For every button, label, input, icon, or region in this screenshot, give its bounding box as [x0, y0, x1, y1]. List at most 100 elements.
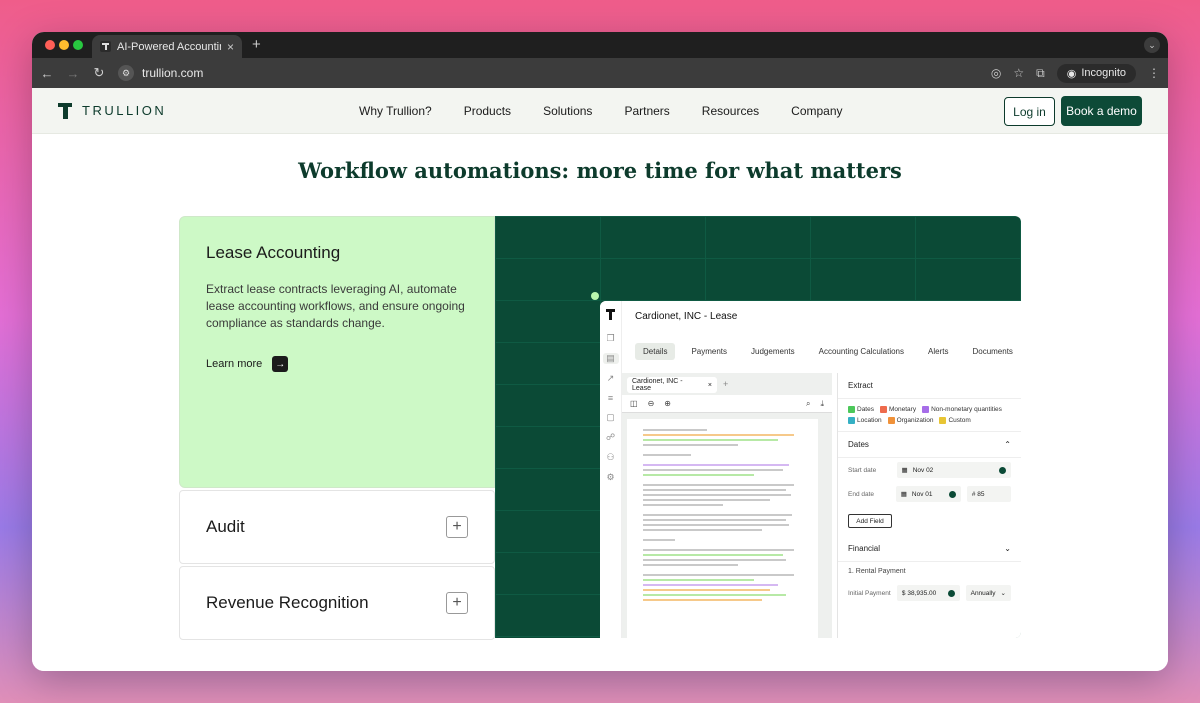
tab-accounting-calculations: Accounting Calculations — [818, 347, 905, 356]
doc-add-tab-icon: + — [723, 379, 729, 389]
tab-alerts: Alerts — [928, 347, 949, 356]
maximize-window-button[interactable] — [73, 40, 83, 50]
minimize-window-button[interactable] — [59, 40, 69, 50]
tab-title: AI-Powered Accounting Softw — [117, 40, 221, 53]
main-menu: Why Trullion? Products Solutions Partner… — [359, 104, 843, 118]
address-bar: ← → ↻ ⚙ trullion.com ◎ ☆ ⧉ ◉ Incognito ⋮ — [32, 58, 1168, 88]
download-icon: ⤓ — [820, 398, 824, 408]
doc-toolbar: ◫ ⊖ ⊕ ⌕ ⤓ — [622, 395, 832, 413]
page-content: Workflow automations: more time for what… — [32, 134, 1168, 671]
browser-window: AI-Powered Accounting Softw × + ⌄ ← → ↻ … — [32, 32, 1168, 671]
login-button[interactable]: Log in — [1004, 97, 1055, 126]
copy-icon: ❐ — [606, 333, 615, 343]
menu-resources[interactable]: Resources — [702, 104, 759, 118]
menu-why-trullion[interactable]: Why Trullion? — [359, 104, 432, 118]
menu-products[interactable]: Products — [464, 104, 511, 118]
menu-solutions[interactable]: Solutions — [543, 104, 592, 118]
app-sidebar: ❐ ▤ ↗ ≡ ▢ ☍ ⚇ ⚙ — [600, 301, 622, 638]
trullion-logo-icon — [58, 102, 72, 119]
expand-plus-icon[interactable]: + — [446, 516, 468, 538]
back-arrow-icon[interactable]: ← — [40, 66, 54, 81]
extract-header: Extract — [838, 373, 1021, 399]
forward-arrow-icon[interactable]: → — [66, 66, 80, 81]
trullion-logo[interactable]: TRULLION — [58, 102, 167, 119]
zoom-in-icon: ⊕ — [664, 399, 671, 408]
end-date-row: End date ▦ Nov 01 # 85 — [838, 482, 1021, 506]
tab-close-icon[interactable]: × — [227, 40, 234, 54]
filter-location: Location — [848, 417, 882, 424]
end-date-field: ▦ Nov 01 — [895, 486, 961, 502]
chevron-down-icon: ⌄ — [1000, 590, 1006, 597]
filter-organization: Organization — [887, 417, 933, 424]
lease-accounting-card[interactable]: Lease Accounting Extract lease contracts… — [179, 216, 495, 488]
site-settings-icon[interactable]: ⚙ — [118, 65, 134, 81]
status-dot-icon — [947, 589, 955, 597]
dates-section-header: Dates ⌃ — [838, 432, 1021, 458]
zoom-out-icon: ⊖ — [647, 399, 655, 408]
incognito-icon: ◉ — [1066, 67, 1077, 80]
app-logo-icon — [606, 309, 615, 320]
end-date-extra-field: # 85 — [966, 486, 1011, 502]
extract-panel: Extract Dates Monetary Non-monetary quan… — [837, 373, 1021, 638]
reload-icon[interactable]: ↻ — [92, 65, 106, 81]
menu-partners[interactable]: Partners — [624, 104, 669, 118]
learn-more-label: Learn more — [206, 358, 263, 370]
page-headline: Workflow automations: more time for what… — [298, 158, 902, 183]
decorative-dot — [591, 292, 599, 300]
financial-section-header: Financial ⌄ — [838, 536, 1021, 562]
trullion-favicon-icon — [100, 41, 111, 52]
chart-icon: ↗ — [606, 373, 615, 383]
search-icon: ⌕ — [805, 398, 811, 408]
close-window-button[interactable] — [45, 40, 55, 50]
tab-details: Details — [635, 343, 676, 360]
settings-icon: ⚙ — [606, 472, 615, 482]
audit-card[interactable]: Audit + — [179, 490, 495, 564]
tab-judgements: Judgements — [751, 347, 795, 356]
product-preview-panel: ❐ ▤ ↗ ≡ ▢ ☍ ⚇ ⚙ Cardionet, INC - Lease D… — [495, 216, 1021, 638]
list-icon: ≡ — [607, 393, 614, 403]
arrow-right-icon: → — [272, 356, 289, 372]
hierarchy-icon: ⚇ — [606, 452, 615, 462]
filter-monetary: Monetary — [879, 406, 916, 413]
revenue-recognition-card[interactable]: Revenue Recognition + — [179, 566, 495, 640]
browser-tab[interactable]: AI-Powered Accounting Softw × — [92, 35, 242, 58]
learn-more-link[interactable]: Learn more → — [206, 356, 468, 372]
calendar-icon: ▦ — [901, 467, 908, 474]
app-title: Cardionet, INC - Lease — [635, 311, 738, 322]
document-page — [627, 419, 818, 638]
expand-plus-icon[interactable]: + — [446, 592, 468, 614]
url-field[interactable]: trullion.com — [142, 66, 203, 80]
logo-text: TRULLION — [82, 103, 167, 118]
card-title: Lease Accounting — [206, 243, 341, 262]
new-tab-button[interactable]: + — [252, 36, 261, 53]
eye-off-icon[interactable]: ◎ — [991, 66, 1001, 80]
document-icon: ▢ — [606, 412, 615, 422]
card-title: Audit — [206, 517, 245, 536]
card-title: Revenue Recognition — [206, 593, 369, 612]
calendar-icon: ▦ — [900, 491, 907, 498]
initial-payment-row: Initial Payment $ 38,935.00 Annually ⌄ — [838, 581, 1021, 605]
start-date-row: Start date ▦ Nov 02 — [838, 458, 1021, 482]
document-viewer: Cardionet, INC - Lease × + ◫ ⊖ ⊕ ⌕ ⤓ — [622, 373, 832, 638]
tab-documents: Documents — [972, 347, 1013, 356]
doc-tab: Cardionet, INC - Lease × — [627, 377, 717, 393]
chevron-down-icon: ⌄ — [1004, 544, 1011, 553]
book-demo-button[interactable]: Book a demo — [1061, 96, 1142, 126]
extensions-icon[interactable]: ⧉ — [1036, 66, 1045, 81]
users-icon: ☍ — [605, 432, 616, 442]
card-description: Extract lease contracts leveraging AI, a… — [206, 282, 465, 330]
incognito-badge[interactable]: ◉ Incognito — [1056, 63, 1136, 83]
clipboard-icon: ▤ — [602, 353, 619, 364]
kebab-menu-icon[interactable]: ⋮ — [1148, 66, 1160, 80]
frequency-select: Annually ⌄ — [965, 585, 1011, 601]
incognito-label: Incognito — [1081, 67, 1126, 79]
sidebar-toggle-icon: ◫ — [630, 399, 638, 408]
tab-payments: Payments — [691, 347, 728, 356]
tab-search-icon[interactable]: ⌄ — [1144, 37, 1160, 53]
app-screenshot: ❐ ▤ ↗ ≡ ▢ ☍ ⚇ ⚙ Cardionet, INC - Lease D… — [600, 301, 1021, 638]
bookmark-star-icon[interactable]: ☆ — [1013, 66, 1024, 80]
initial-payment-field: $ 38,935.00 — [896, 585, 960, 601]
menu-company[interactable]: Company — [791, 104, 842, 118]
rental-payment-label: 1. Rental Payment — [848, 568, 906, 575]
add-field-button: Add Field — [848, 514, 892, 528]
